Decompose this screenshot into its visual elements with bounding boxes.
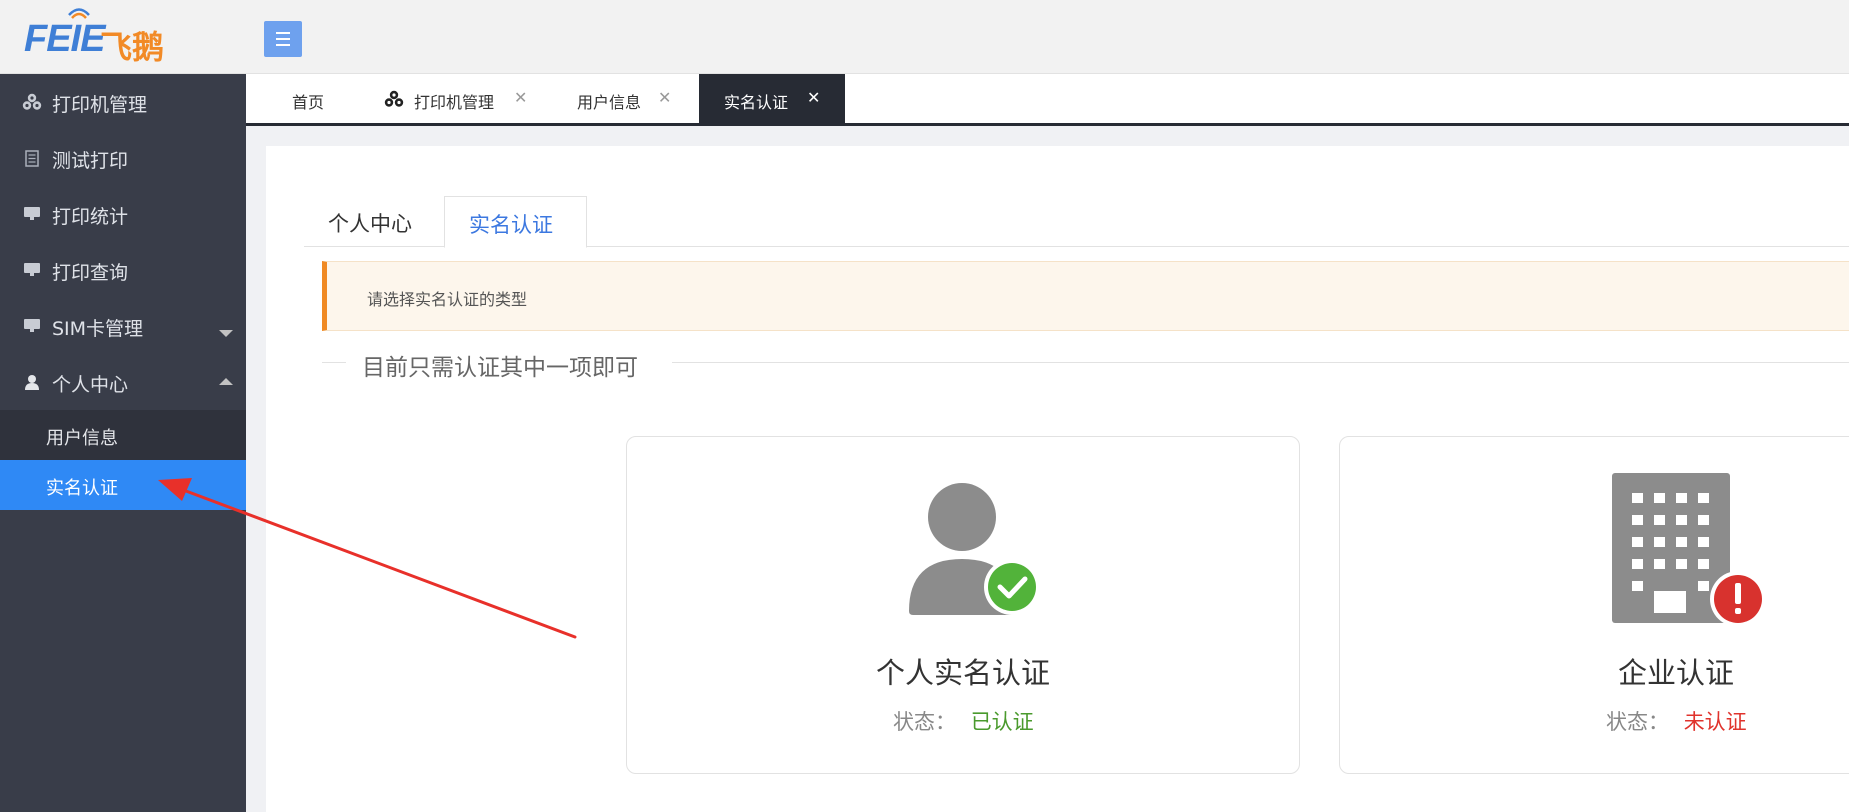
tab-real-name-auth-panel[interactable]: 实名认证 bbox=[444, 196, 587, 248]
chevron-down-icon bbox=[219, 330, 233, 337]
notice-text: 请选择实名认证的类型 bbox=[367, 290, 528, 309]
status-label: 状态： bbox=[1606, 710, 1669, 734]
tab-label: 首页 bbox=[292, 93, 325, 112]
section-legend: 目前只需认证其中一项即可 bbox=[360, 348, 640, 382]
status-verified: 已认证 bbox=[970, 710, 1034, 734]
status-unverified: 未认证 bbox=[1683, 710, 1747, 734]
sidebar-subitem-user-info[interactable]: 用户信息 bbox=[0, 410, 246, 460]
sidebar-item-label: SIM卡管理 bbox=[52, 318, 144, 340]
tab-label: 实名认证 bbox=[724, 93, 789, 112]
top-header: FEIE 飞鹅 bbox=[0, 0, 1849, 74]
close-icon[interactable]: ✕ bbox=[807, 88, 820, 107]
chevron-up-icon bbox=[219, 378, 233, 385]
document-icon bbox=[22, 149, 42, 167]
sidebar-subitem-label: 用户信息 bbox=[46, 428, 118, 449]
monitor-icon bbox=[22, 261, 42, 279]
tab-label: 用户信息 bbox=[577, 93, 642, 112]
sidebar-subitem-label: 实名认证 bbox=[46, 478, 118, 499]
divider bbox=[672, 362, 1849, 363]
tab-label: 实名认证 bbox=[469, 213, 553, 237]
tab-user-info[interactable]: 用户信息 ✕ bbox=[522, 74, 672, 123]
printers-icon bbox=[22, 93, 42, 111]
printers-icon bbox=[384, 90, 404, 107]
divider bbox=[322, 362, 346, 363]
sidebar-item-label: 个人中心 bbox=[52, 374, 129, 396]
sidebar: 打印机管理 测试打印 打印统计 打印查询 SIM卡管理 个人中心 用户信息 实名… bbox=[0, 74, 246, 812]
sidebar-item-label: 打印机管理 bbox=[52, 94, 148, 116]
hamburger-icon-bar bbox=[276, 38, 290, 40]
sidebar-item-printer-management[interactable]: 打印机管理 bbox=[0, 74, 246, 130]
sidebar-item-print-query[interactable]: 打印查询 bbox=[0, 242, 246, 298]
tab-personal-center[interactable]: 个人中心 bbox=[304, 196, 444, 247]
status-label: 状态： bbox=[893, 710, 956, 734]
sidebar-subitem-real-name-auth[interactable]: 实名认证 bbox=[0, 460, 246, 510]
building-unverified-icon bbox=[1612, 473, 1766, 627]
user-verified-icon bbox=[909, 483, 1040, 615]
menu-toggle-button[interactable] bbox=[264, 21, 302, 57]
panel-tabs: 个人中心 实名认证 bbox=[304, 196, 1849, 248]
notice-banner: 请选择实名认证的类型 bbox=[322, 261, 1849, 331]
sidebar-item-print-stats[interactable]: 打印统计 bbox=[0, 186, 246, 242]
page-tab-bar: 首页 打印机管理 ✕ 用户信息 ✕ 实名认证 ✕ bbox=[246, 74, 1849, 126]
personal-auth-status: 状态： 已认证 bbox=[893, 706, 1034, 736]
logo-cjk-text: 飞鹅 bbox=[100, 28, 165, 66]
sidebar-item-label: 打印统计 bbox=[52, 206, 129, 228]
enterprise-auth-title: 企业认证 bbox=[1617, 656, 1734, 690]
close-icon[interactable]: ✕ bbox=[658, 88, 671, 107]
monitor-icon bbox=[22, 205, 42, 223]
sidebar-item-test-print[interactable]: 测试打印 bbox=[0, 130, 246, 186]
sidebar-item-sim-management[interactable]: SIM卡管理 bbox=[0, 298, 246, 354]
sidebar-item-label: 打印查询 bbox=[52, 262, 129, 284]
sidebar-submenu: 用户信息 实名认证 bbox=[0, 410, 246, 510]
hamburger-icon-bar bbox=[276, 44, 290, 46]
feie-logo[interactable]: FEIE 飞鹅 bbox=[24, 6, 174, 66]
tab-real-name-auth[interactable]: 实名认证 ✕ bbox=[699, 74, 845, 123]
monitor-icon bbox=[22, 317, 42, 335]
user-icon bbox=[22, 373, 42, 391]
tab-home[interactable]: 首页 bbox=[246, 74, 346, 123]
hamburger-icon bbox=[276, 32, 290, 34]
personal-auth-title: 个人实名认证 bbox=[875, 656, 1050, 690]
tab-label: 个人中心 bbox=[328, 212, 412, 236]
sidebar-item-personal-center[interactable]: 个人中心 bbox=[0, 354, 246, 410]
sidebar-item-label: 测试打印 bbox=[52, 150, 129, 172]
enterprise-auth-card[interactable] bbox=[1339, 436, 1849, 774]
tab-printer-management[interactable]: 打印机管理 ✕ bbox=[346, 74, 527, 123]
logo-latin-text: FEIE bbox=[24, 18, 105, 60]
enterprise-auth-status: 状态： 未认证 bbox=[1606, 706, 1747, 736]
tab-label: 打印机管理 bbox=[414, 93, 495, 112]
